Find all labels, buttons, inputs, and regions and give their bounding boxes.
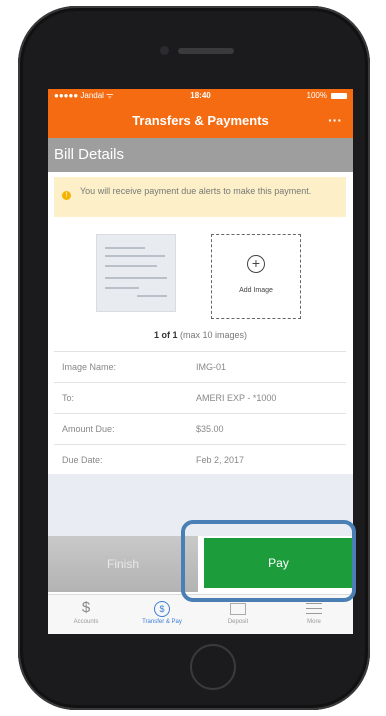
detail-value: AMERI EXP - *1000 [196, 393, 277, 403]
tab-label: Transfer & Pay [142, 619, 182, 625]
app-header: ●●●●● Jandal ᯤ 18:40 100% Transfers & Pa… [48, 89, 353, 138]
dollar-icon: $ [81, 599, 91, 616]
detail-label: Amount Due: [62, 424, 115, 434]
page-title: Transfers & Payments [132, 113, 269, 128]
detail-row-to: To: AMERI EXP - *1000 [54, 382, 346, 413]
add-image-label: Add Image [239, 287, 273, 294]
bill-details-list: Image Name: IMG-01 To: AMERI EXP - *1000… [54, 351, 346, 476]
detail-label: Due Date: [62, 455, 103, 465]
camera-icon [160, 46, 169, 55]
payment-alert-banner: ! You will receive payment due alerts to… [54, 177, 346, 217]
home-button[interactable] [190, 644, 236, 690]
detail-label: Image Name: [62, 362, 117, 372]
section-title: Bill Details [48, 138, 353, 172]
tab-accounts[interactable]: $ Accounts [48, 595, 124, 634]
speaker-grille [178, 48, 234, 54]
battery-percent: 100% [306, 91, 327, 100]
image-count-current: 1 of 1 [153, 330, 178, 340]
transfer-pay-icon: $ [154, 601, 170, 617]
detail-value: Feb 2, 2017 [196, 455, 245, 465]
more-options-icon[interactable]: ··· [323, 105, 347, 137]
detail-value: $35.00 [196, 424, 224, 434]
alert-text: You will receive payment due alerts to m… [80, 186, 312, 196]
detail-row-amount-due: Amount Due: $35.00 [54, 413, 346, 444]
detail-label: To: [62, 393, 75, 403]
deposit-icon [230, 603, 246, 615]
pay-button-highlight [181, 520, 356, 602]
tab-label: More [307, 619, 321, 625]
detail-value: IMG-01 [196, 362, 227, 372]
image-count-max: (max 10 images) [180, 330, 248, 340]
status-bar: ●●●●● Jandal ᯤ 18:40 100% [48, 89, 353, 103]
add-image-button[interactable]: + Add Image [211, 234, 301, 319]
bill-image-thumbnail[interactable] [96, 234, 176, 312]
finish-button[interactable]: Finish [48, 536, 198, 592]
battery-icon [331, 93, 347, 99]
plus-icon: + [247, 255, 265, 273]
info-icon: ! [62, 191, 71, 200]
detail-row-image-name: Image Name: IMG-01 [54, 351, 346, 382]
menu-icon [306, 603, 322, 618]
tab-label: Accounts [73, 619, 99, 625]
image-count: 1 of 1 (max 10 images) [48, 330, 353, 340]
detail-row-due-date: Due Date: Feb 2, 2017 [54, 444, 346, 476]
tab-label: Deposit [227, 619, 249, 625]
